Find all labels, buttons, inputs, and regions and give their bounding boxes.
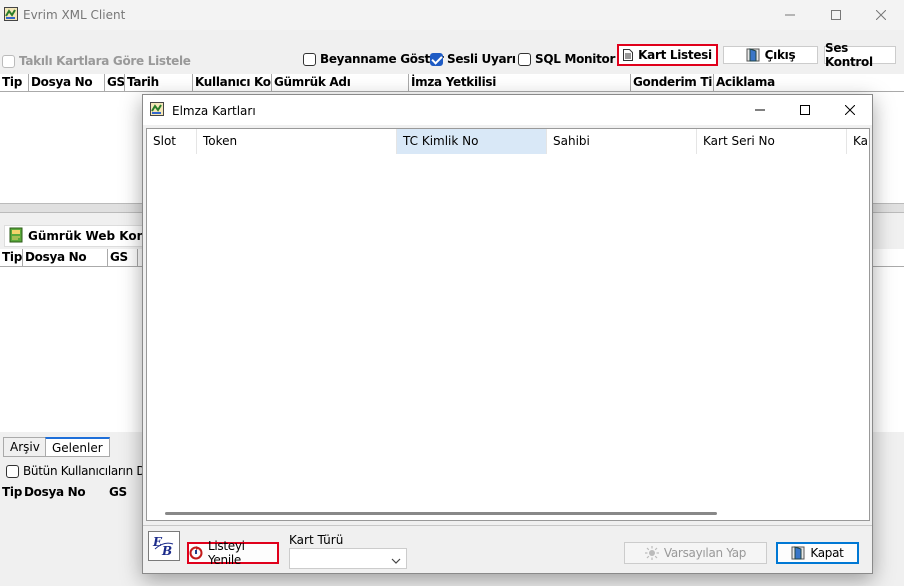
sun-icon: [644, 546, 659, 560]
close-icon: [876, 10, 886, 20]
dialog-maximize-button[interactable]: [782, 95, 828, 125]
sesli-uyari-checkbox[interactable]: Sesli Uyarı: [430, 52, 516, 66]
col-tip[interactable]: Tip: [0, 484, 22, 502]
takili-kartlar-checkbox[interactable]: Takılı Kartlara Göre Listele: [2, 54, 191, 68]
kart-list[interactable]: Slot Token TC Kimlik No Sahibi Kart Seri…: [146, 128, 870, 521]
checkbox-box: [430, 52, 443, 66]
col-tip[interactable]: Tip: [0, 249, 23, 267]
checkbox-label: SQL Monitor: [535, 52, 616, 66]
col-aciklama[interactable]: Aciklama: [714, 74, 904, 92]
main-titlebar: Evrim XML Client: [0, 0, 904, 30]
toolbar: Takılı Kartlara Göre Listele Beyanname G…: [0, 41, 904, 76]
eb-logo-icon: E B: [152, 535, 174, 557]
button-label: Listeyi Yenile: [208, 539, 245, 567]
checkbox-box: [6, 464, 19, 478]
kart-turu-label: Kart Türü: [289, 533, 344, 547]
exit-door-icon: [746, 48, 760, 62]
dialog-title: Elmza Kartları: [172, 104, 256, 118]
exit-door-icon: [791, 546, 805, 560]
close-button[interactable]: [858, 0, 904, 30]
checkbox-label: Sesli Uyarı: [447, 52, 516, 66]
dialog-titlebar: Elmza Kartları: [143, 95, 872, 125]
dialog-footer: E B Listeyi Yenile Kart Türü Varsayılan …: [143, 525, 872, 573]
checkbox-label: Takılı Kartlara Göre Listele: [19, 54, 191, 68]
dialog-close-button[interactable]: [827, 95, 873, 125]
col-token[interactable]: Token: [197, 129, 397, 154]
button-label: Varsayılan Yap: [663, 546, 747, 560]
document-icon: [623, 49, 634, 61]
col-kullanici-kodu[interactable]: Kullanıcı Kodu: [193, 74, 272, 92]
checkbox-box: [518, 52, 531, 66]
cikis-button[interactable]: Çıkış: [723, 46, 818, 64]
svg-text:B: B: [161, 544, 172, 557]
col-gumruk-adi[interactable]: Gümrük Adı: [272, 74, 409, 92]
sql-monitor-checkbox[interactable]: SQL Monitor: [518, 52, 615, 66]
col-tc-kimlik-no[interactable]: TC Kimlik No: [397, 129, 547, 154]
col-tarih[interactable]: Tarih: [125, 74, 193, 92]
dialog-minimize-button[interactable]: [737, 95, 783, 125]
minimize-icon: [785, 14, 795, 16]
ses-kontrol-button[interactable]: Ses Kontrol: [824, 41, 896, 69]
checkbox-box: [303, 52, 316, 66]
checkbox-label: Beyanname Göster: [320, 52, 444, 66]
window-title: Evrim XML Client: [23, 8, 126, 22]
col-kart-extra[interactable]: Kar: [847, 129, 869, 154]
button-label: Kart Listesi: [638, 48, 712, 62]
col-gs[interactable]: GS: [108, 249, 138, 267]
col-gs[interactable]: GS: [107, 484, 137, 502]
col-gonderim-tipi[interactable]: Gonderim Tipi: [631, 74, 714, 92]
button-label: Kapat: [810, 546, 844, 560]
col-gs[interactable]: GS: [105, 74, 125, 92]
minimize-icon: [755, 109, 765, 111]
beyanname-goster-checkbox[interactable]: Beyanname Göster: [303, 52, 444, 66]
col-imza-yetkilisi[interactable]: İmza Yetkilisi: [409, 74, 631, 92]
kart-listesi-button[interactable]: Kart Listesi: [617, 44, 718, 66]
col-tip[interactable]: Tip: [0, 74, 29, 92]
minimize-button[interactable]: [767, 0, 813, 30]
varsayilan-yap-button[interactable]: Varsayılan Yap: [624, 542, 767, 564]
col-dosya-no[interactable]: Dosya No: [29, 74, 105, 92]
maximize-icon: [831, 10, 841, 20]
app-icon: [150, 102, 164, 119]
chevron-down-icon: [391, 554, 401, 568]
horizontal-scrollbar[interactable]: [165, 512, 717, 515]
maximize-icon: [800, 105, 810, 115]
grid-1-header: Tip Dosya No GS Tarih Kullanıcı Kodu Güm…: [0, 74, 904, 92]
tab-arsiv[interactable]: Arşiv: [3, 437, 47, 457]
elmza-kartlari-dialog: Elmza Kartları Slot Token TC Kimlik No S…: [142, 94, 873, 574]
button-label: Çıkış: [764, 48, 796, 62]
green-book-icon: [9, 227, 23, 246]
kart-turu-select[interactable]: [289, 548, 407, 569]
checkbox-box: [2, 54, 15, 68]
col-dosya-no[interactable]: Dosya No: [22, 484, 107, 502]
col-slot[interactable]: Slot: [147, 129, 197, 154]
kapat-button[interactable]: Kapat: [776, 542, 859, 564]
maximize-button[interactable]: [813, 0, 859, 30]
button-label: Ses Kontrol: [825, 41, 873, 69]
eb-logo-button[interactable]: E B: [148, 531, 180, 561]
app-icon: [4, 7, 18, 21]
refresh-icon: [189, 546, 203, 560]
listeyi-yenile-button[interactable]: Listeyi Yenile: [187, 539, 279, 567]
col-kart-seri-no[interactable]: Kart Seri No: [697, 129, 847, 154]
col-sahibi[interactable]: Sahibi: [547, 129, 697, 154]
col-dosya-no[interactable]: Dosya No: [23, 249, 108, 267]
tab-gelenler[interactable]: Gelenler: [45, 437, 110, 457]
close-icon: [845, 105, 855, 115]
kart-list-header: Slot Token TC Kimlik No Sahibi Kart Seri…: [147, 129, 869, 154]
